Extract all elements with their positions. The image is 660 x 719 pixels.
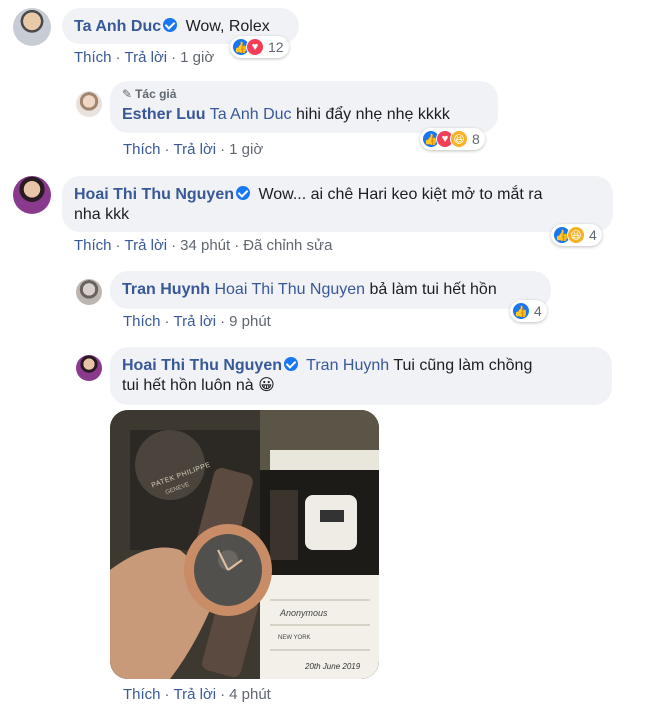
reaction-summary[interactable]: 👍 4: [510, 300, 547, 322]
comment-author[interactable]: Ta Anh Duc: [74, 18, 161, 35]
comment-text: Wow, Rolex: [185, 18, 270, 35]
reaction-count: 12: [268, 39, 284, 55]
separator: ·: [164, 141, 170, 158]
comment-bubble: Hoai Thi Thu Nguyen Tran Huynh Tui cũng …: [110, 347, 612, 405]
comment-author[interactable]: Hoai Thi Thu Nguyen: [122, 357, 282, 374]
reply-button[interactable]: Trả lời: [125, 237, 168, 254]
avatar[interactable]: [76, 91, 102, 117]
comment-text-line2: nha kkk: [74, 206, 130, 223]
separator: ·: [220, 686, 226, 703]
pencil-icon: ✎: [122, 87, 133, 101]
reply-button[interactable]: Trả lời: [174, 686, 217, 703]
like-button[interactable]: Thích: [74, 237, 112, 254]
comment-actions: Thích · Trả lời · 34 phút · Đã chỉnh sửa: [74, 237, 332, 254]
avatar[interactable]: [76, 355, 102, 381]
comment-author[interactable]: Hoai Thi Thu Nguyen: [74, 186, 234, 203]
reply-button[interactable]: Trả lời: [125, 49, 168, 66]
comment-actions: Thích · Trả lời · 9 phút: [123, 313, 271, 330]
comment-text: hihi đẩy nhẹ nhẹ kkkk: [296, 106, 450, 123]
reaction-count: 4: [589, 227, 597, 243]
comment-actions: Thích · Trả lời · 4 phút: [123, 686, 271, 703]
verified-badge-icon: [163, 18, 178, 32]
like-button[interactable]: Thích: [123, 686, 161, 703]
reaction-count: 4: [534, 303, 542, 319]
like-reaction-icon: 👍: [512, 302, 530, 320]
verified-badge-icon: [284, 357, 298, 371]
verified-badge-icon: [236, 186, 250, 200]
photo-store-text: NEW YORK: [278, 635, 311, 641]
timestamp[interactable]: 9 phút: [229, 313, 271, 330]
author-badge: ✎ Tác giả: [122, 87, 486, 101]
comment-text: Tui cũng làm chồng: [393, 357, 533, 374]
separator: ·: [115, 49, 121, 66]
comment-bubble: ✎ Tác giả Esther Luu Ta Anh Duc hihi đẩy …: [110, 81, 498, 133]
author-label: Tác giả: [135, 87, 177, 101]
comment-text: Wow... ai chê Hari keo kiệt mở to mắt ra: [258, 186, 543, 203]
separator: ·: [115, 237, 121, 254]
avatar[interactable]: [76, 279, 102, 305]
mention-tag[interactable]: Tran Huynh: [306, 357, 389, 374]
separator: ·: [220, 141, 226, 158]
reaction-summary[interactable]: 👍 ♥ 😆 8: [420, 128, 485, 150]
timestamp[interactable]: 4 phút: [229, 686, 271, 703]
attached-photo[interactable]: PATEK PHILIPPE GENEVE Anonymous NEW YORK…: [110, 410, 379, 679]
photo-date-text: 20th June 2019: [305, 662, 361, 671]
reply-button[interactable]: Trả lời: [174, 141, 217, 158]
watch-photo-illustration: [110, 410, 379, 679]
separator: ·: [164, 313, 170, 330]
like-button[interactable]: Thích: [123, 313, 161, 330]
separator: ·: [171, 237, 177, 254]
comment-bubble: Hoai Thi Thu Nguyen Wow... ai chê Hari k…: [62, 176, 613, 232]
mention-tag[interactable]: Hoai Thi Thu Nguyen: [214, 281, 365, 298]
comment-text-line2: tui hết hồn luôn nà: [122, 377, 254, 394]
photo-card-text: Anonymous: [280, 608, 328, 618]
timestamp[interactable]: 1 giờ: [229, 141, 263, 158]
separator: ·: [234, 237, 240, 254]
reaction-summary[interactable]: 👍 ♥ 12: [230, 36, 289, 58]
comment-actions: Thích · Trả lời · 1 giờ: [74, 49, 214, 66]
comment-author[interactable]: Esther Luu: [122, 106, 206, 123]
reply-button[interactable]: Trả lời: [174, 313, 217, 330]
comment-text: bả làm tui hết hồn: [369, 281, 497, 298]
comment-actions: Thích · Trả lời · 1 giờ: [123, 141, 263, 158]
grinning-emoji-icon: 😀: [258, 377, 275, 394]
edited-label[interactable]: Đã chỉnh sửa: [243, 237, 332, 254]
reaction-count: 8: [472, 131, 480, 147]
like-button[interactable]: Thích: [74, 49, 112, 66]
separator: ·: [171, 49, 177, 66]
like-button[interactable]: Thích: [123, 141, 161, 158]
comment-bubble: Tran Huynh Hoai Thi Thu Nguyen bả làm tu…: [110, 271, 551, 309]
avatar[interactable]: [13, 8, 51, 46]
comment-author[interactable]: Tran Huynh: [122, 281, 210, 298]
haha-reaction-icon: 😆: [450, 130, 468, 148]
love-reaction-icon: ♥: [246, 38, 264, 56]
reaction-summary[interactable]: 👍 😆 4: [551, 224, 602, 246]
separator: ·: [220, 313, 226, 330]
timestamp[interactable]: 1 giờ: [180, 49, 214, 66]
haha-reaction-icon: 😆: [567, 226, 585, 244]
mention-tag[interactable]: Ta Anh Duc: [210, 106, 292, 123]
timestamp[interactable]: 34 phút: [180, 237, 230, 254]
separator: ·: [164, 686, 170, 703]
avatar[interactable]: [13, 176, 51, 214]
